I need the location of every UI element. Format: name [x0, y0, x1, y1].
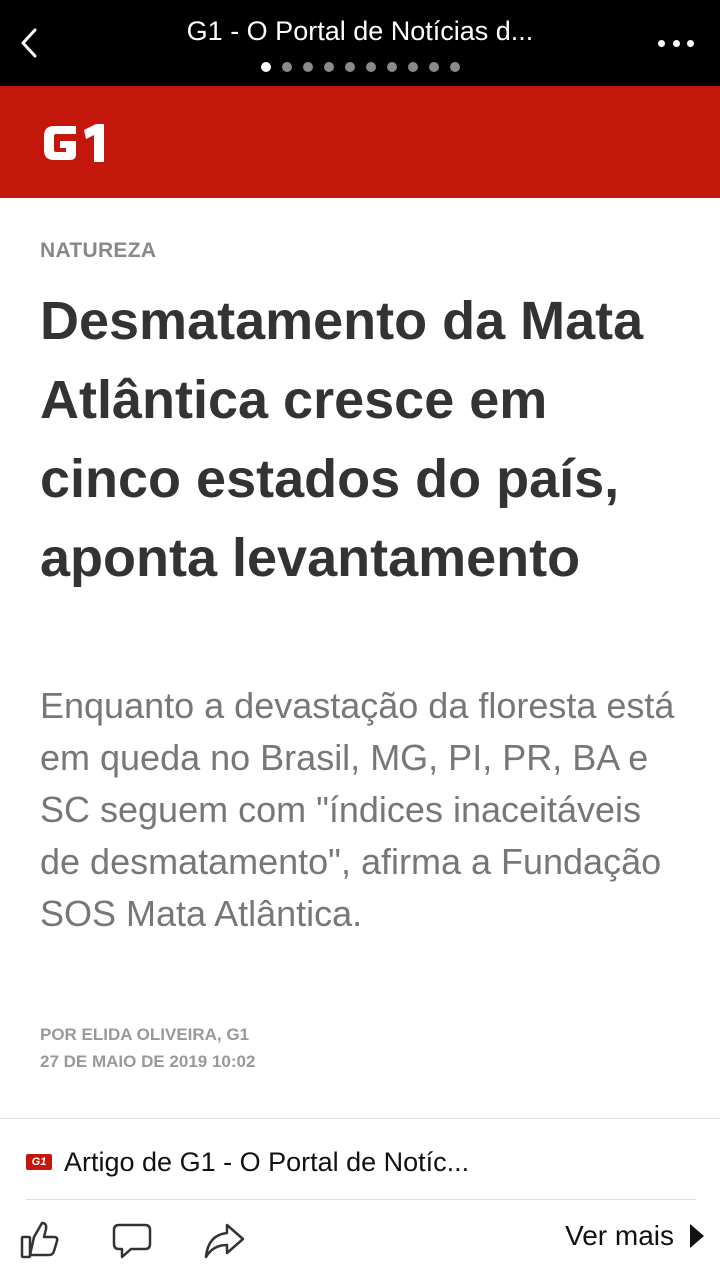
page-dot[interactable]: [365, 62, 376, 72]
like-button[interactable]: [18, 1218, 62, 1262]
back-button[interactable]: [12, 20, 46, 66]
share-icon: [204, 1223, 245, 1259]
more-dots-icon: [658, 39, 665, 47]
article-headline: Desmatamento da Mata Atlântica cresce em…: [40, 291, 644, 588]
article-category[interactable]: NATUREZA: [40, 239, 156, 263]
page-indicator: [0, 62, 720, 72]
article-subtitle: Enquanto a devastação da floresta está e…: [40, 685, 675, 934]
page-dot[interactable]: [281, 62, 292, 72]
top-bar: G1 - O Portal de Notícias d...: [0, 0, 720, 86]
comment-button[interactable]: [110, 1218, 154, 1262]
play-arrow-icon: [690, 1224, 704, 1248]
share-button[interactable]: [202, 1218, 246, 1262]
page-dot[interactable]: [323, 62, 334, 72]
page-dot[interactable]: [344, 62, 355, 72]
article-date: 27 DE MAIO DE 2019 10:02: [40, 1052, 256, 1071]
page-dot[interactable]: [302, 62, 313, 72]
page-dot[interactable]: [428, 62, 439, 72]
brand-header: [0, 86, 720, 198]
action-bar: Ver mais: [0, 1210, 720, 1274]
comment-icon: [112, 1223, 152, 1259]
page-dot[interactable]: [386, 62, 397, 72]
divider: [26, 1199, 696, 1200]
article-byline: POR ELIDA OLIVEIRA, G1 27 DE MAIO DE 201…: [40, 1021, 255, 1075]
more-options-button[interactable]: [658, 36, 694, 50]
article-source[interactable]: G1 Artigo de G1 - O Portal de Notíc...: [26, 1142, 469, 1182]
page-dot[interactable]: [260, 62, 271, 72]
see-more-button[interactable]: Ver mais: [565, 1220, 704, 1252]
divider: [0, 1118, 720, 1119]
chevron-left-icon: [21, 28, 37, 58]
thumbs-up-icon: [20, 1221, 59, 1259]
g1-logo[interactable]: [40, 120, 108, 166]
page-dot[interactable]: [407, 62, 418, 72]
source-label: Artigo de G1 - O Portal de Notíc...: [64, 1146, 470, 1177]
source-logo-icon: G1: [26, 1154, 52, 1170]
article-author: POR ELIDA OLIVEIRA, G1: [40, 1025, 250, 1044]
g1-logo-icon: [44, 124, 104, 162]
window-title: G1 - O Portal de Notícias d...: [186, 16, 534, 46]
page-dot[interactable]: [449, 62, 460, 72]
see-more-label: Ver mais: [565, 1220, 674, 1251]
